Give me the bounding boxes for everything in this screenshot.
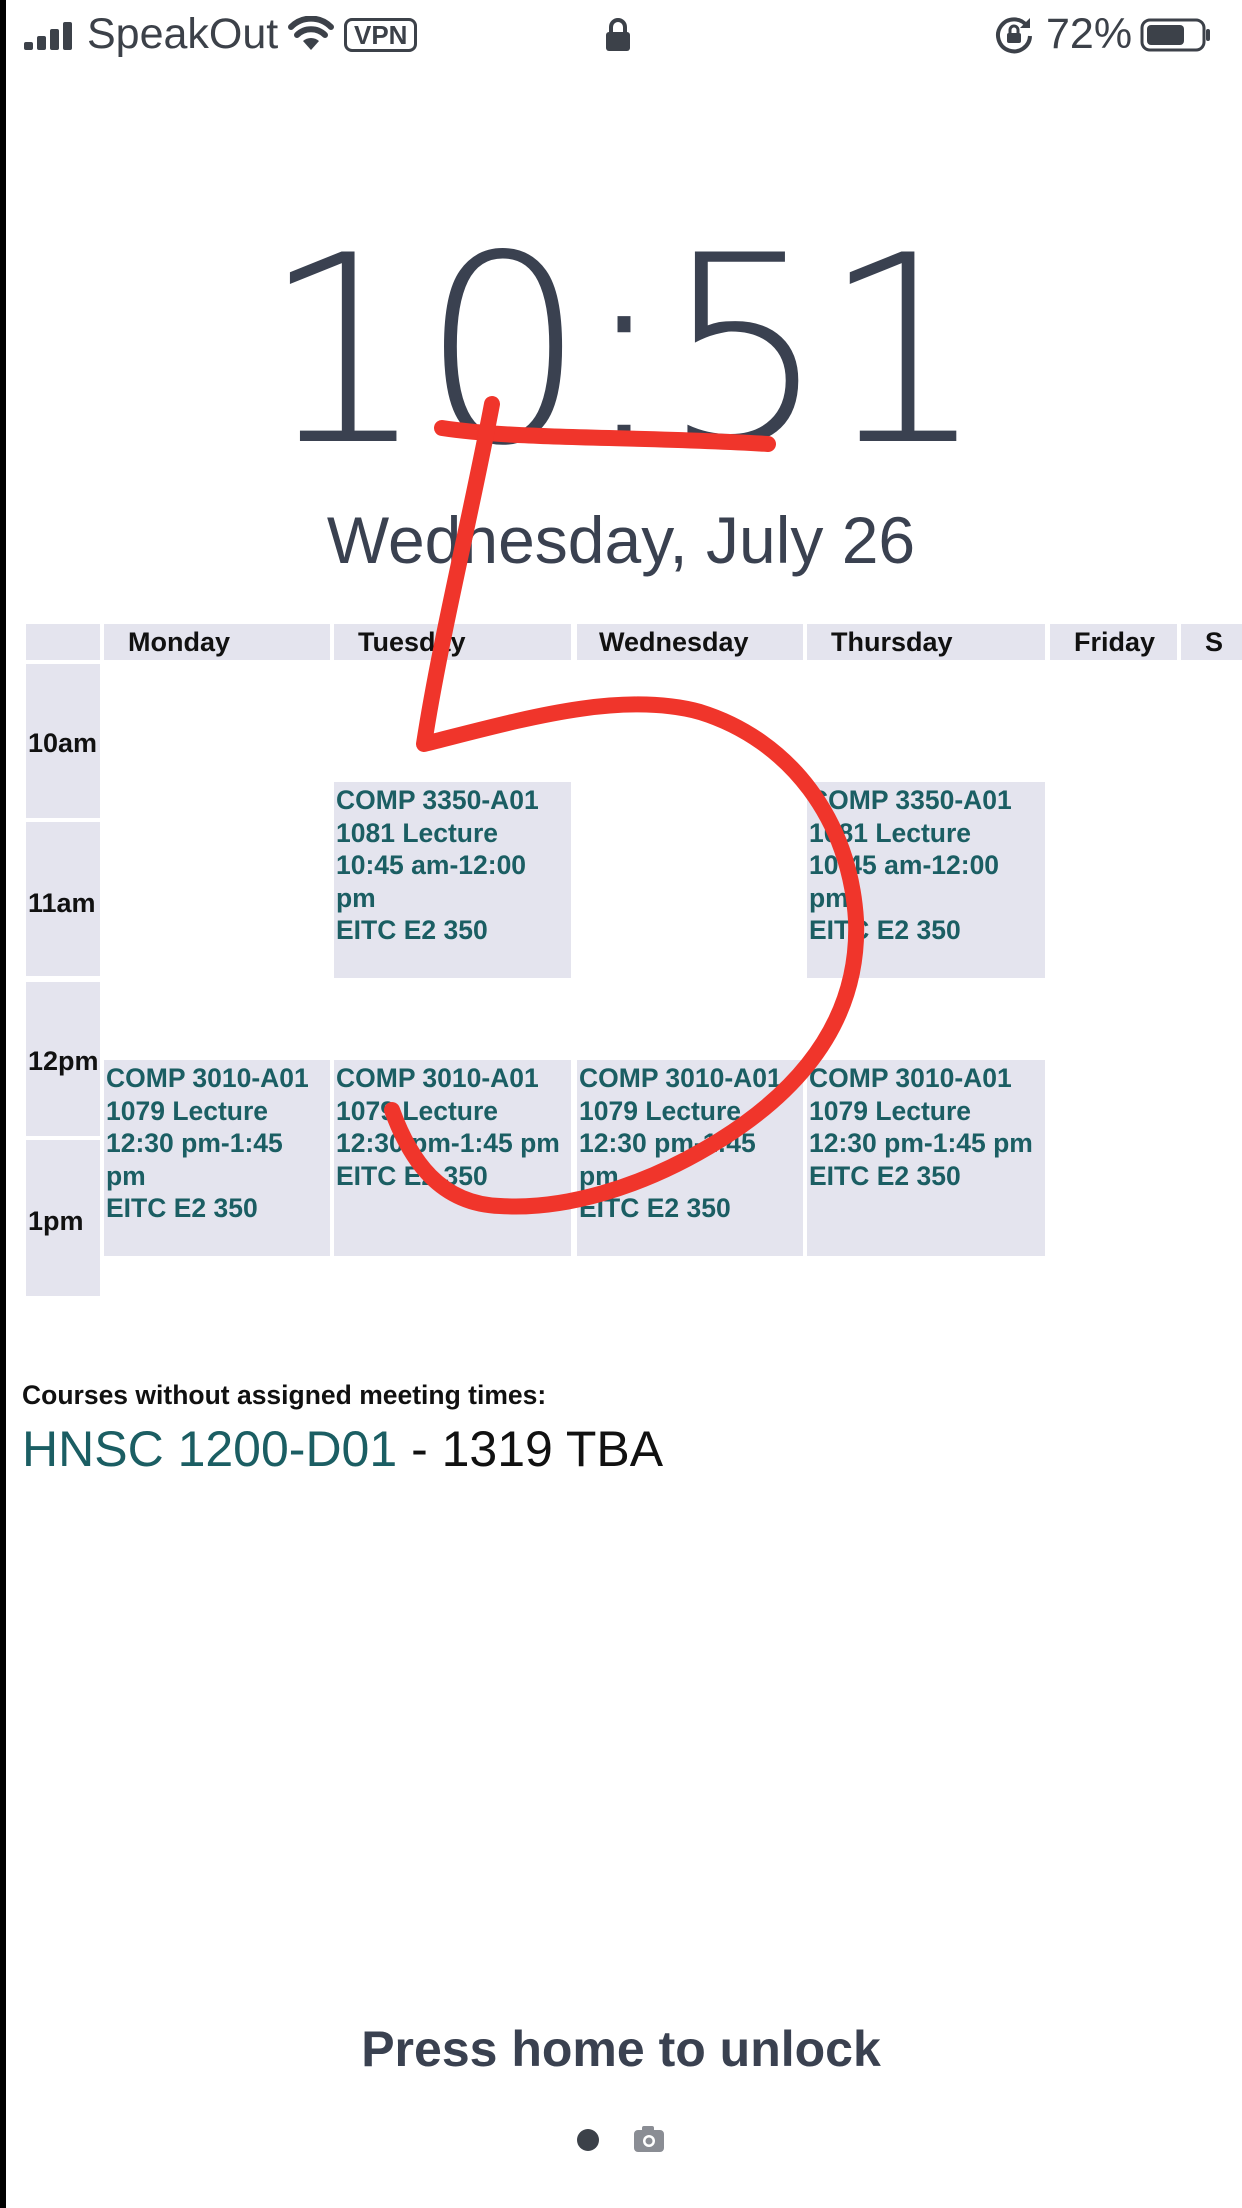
header-corner — [26, 624, 100, 660]
camera-icon — [634, 2126, 664, 2152]
event-line: 12:30 pm-1:45 — [579, 1128, 756, 1158]
event-line: COMP 3010-A01 — [809, 1063, 1012, 1093]
wifi-icon — [288, 16, 334, 50]
event-line: COMP 3010-A01 — [106, 1063, 309, 1093]
time-row-11am: 11am — [26, 822, 100, 976]
course-code: HNSC 1200-D01 — [22, 1421, 398, 1477]
time-row-1pm: 1pm — [26, 1140, 100, 1296]
event-line: EITC E2 350 — [809, 915, 961, 945]
time-row-10am: 10am — [26, 664, 100, 818]
signal-icon — [24, 22, 72, 50]
event-line: 1081 Lecture — [336, 817, 499, 848]
event-line: COMP 3350-A01 — [809, 785, 1012, 815]
event-line: EITC E2 350 — [579, 1193, 731, 1223]
course-event-comp3010-thursday: COMP 3010-A01 1079 Lecture 12:30 pm-1:45… — [807, 1060, 1045, 1256]
carrier-name: SpeakOut — [87, 10, 279, 58]
day-header-monday: Monday — [104, 624, 330, 660]
day-header-saturday: S — [1181, 624, 1242, 660]
event-line: 1079 Lecture — [809, 1095, 972, 1126]
course-event-comp3010-tuesday: COMP 3010-A01 1079 Lecture 12:30 pm-1:45… — [334, 1060, 571, 1256]
course-event-comp3010-monday: COMP 3010-A01 1079 Lecture 12:30 pm-1:45… — [104, 1060, 330, 1256]
battery-percent: 72% — [1046, 10, 1133, 58]
event-line: EITC E2 350 — [336, 1160, 488, 1191]
event-line: 1081 Lecture — [809, 817, 972, 848]
event-line: pm — [579, 1160, 619, 1191]
no-meeting-course: HNSC 1200-D01 - 1319 TBA — [22, 1420, 663, 1478]
rotation-lock-icon — [996, 17, 1032, 54]
time-label: 11am — [28, 888, 96, 918]
course-event-comp3350-tuesday: COMP 3350-A01 1081 Lecture 10:45 am-12:0… — [334, 782, 571, 978]
event-line: EITC E2 350 — [809, 1160, 961, 1191]
event-line: pm — [336, 882, 376, 913]
lock-screen-date: Wednesday, July 26 — [326, 503, 916, 577]
course-event-comp3010-wednesday: COMP 3010-A01 1079 Lecture 12:30 pm-1:45… — [577, 1060, 803, 1256]
event-line: COMP 3350-A01 — [336, 785, 539, 815]
event-line: pm — [106, 1160, 146, 1191]
event-line: COMP 3010-A01 — [336, 1063, 539, 1093]
event-line: 12:30 pm-1:45 pm — [336, 1128, 560, 1158]
unlock-hint: Press home to unlock — [361, 2021, 881, 2077]
event-line: EITC E2 350 — [336, 915, 488, 945]
day-header-tuesday: Tuesday — [334, 624, 571, 660]
no-meeting-title: Courses without assigned meeting times: — [22, 1380, 547, 1410]
course-event-comp3350-thursday: COMP 3350-A01 1081 Lecture 10:45 am-12:0… — [807, 782, 1045, 978]
event-line: 12:30 pm-1:45 — [106, 1128, 283, 1158]
lock-screen-time: 10:51 — [261, 201, 986, 503]
day-header-thursday: Thursday — [807, 624, 1045, 660]
event-line: COMP 3010-A01 — [579, 1063, 782, 1093]
event-line: 1079 Lecture — [579, 1095, 742, 1126]
event-line: EITC E2 350 — [106, 1193, 258, 1223]
event-line: 1079 Lecture — [336, 1095, 499, 1126]
event-line: 10:45 am-12:00 — [809, 850, 1000, 880]
event-line: 12:30 pm-1:45 pm — [809, 1128, 1033, 1158]
page-indicator[interactable] — [576, 2122, 666, 2163]
time-label: 12pm — [28, 1046, 99, 1076]
event-line: 1079 Lecture — [106, 1095, 269, 1126]
time-label: 1pm — [28, 1206, 84, 1236]
status-bar: SpeakOut VPN 72% — [0, 0, 1242, 80]
time-label: 10am — [28, 728, 98, 758]
page-dot-icon — [577, 2129, 599, 2151]
course-detail: - 1319 TBA — [397, 1421, 664, 1477]
padlock-icon — [606, 18, 630, 51]
day-header-friday: Friday — [1050, 624, 1177, 660]
day-header-wednesday: Wednesday — [577, 624, 803, 660]
event-line: 10:45 am-12:00 — [336, 850, 527, 880]
event-line: pm — [809, 882, 849, 913]
time-row-12pm: 12pm — [26, 982, 100, 1136]
vpn-badge: VPN — [344, 18, 418, 52]
battery-icon — [1140, 18, 1210, 52]
